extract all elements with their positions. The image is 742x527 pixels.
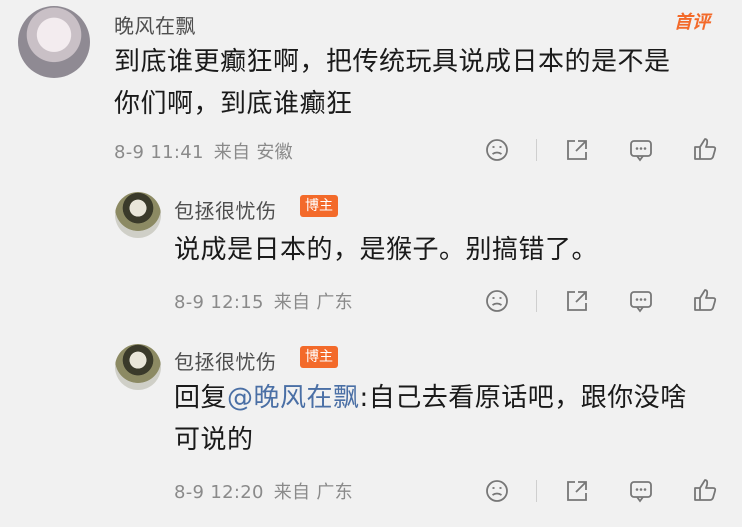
comment-icon[interactable] [628,478,654,504]
username[interactable]: 包拯很忧伤 [174,195,277,224]
avatar[interactable] [18,6,90,78]
avatar[interactable] [115,344,161,390]
like-icon[interactable] [692,136,718,162]
timestamp: 8-9 12:20 [174,482,264,503]
author-badge: 博主 [300,195,338,217]
like-icon[interactable] [692,477,718,503]
username[interactable]: 包拯很忧伤 [174,346,277,375]
reply-prefix: 回复 [174,383,228,413]
share-icon[interactable] [564,288,590,314]
dislike-icon[interactable] [484,288,510,314]
comment-text-line-2: 你们啊，到底谁癫狂 [114,89,353,119]
share-icon[interactable] [564,478,590,504]
location: 来自 广东 [273,482,353,503]
comment-text-line-2: 可说的 [174,425,254,455]
comment-meta: 8-9 12:15 来自 广东 [174,288,357,314]
comment-text: 说成是日本的，是猴子。别搞错了。 [174,235,599,265]
comment-text-line-1: 回复@晚风在飘:自己去看原话吧，跟你没啥 [174,376,687,420]
divider [536,480,537,502]
username[interactable]: 晚风在飘 [114,10,196,39]
divider [536,139,537,161]
comment-icon[interactable] [628,137,654,163]
comment-meta: 8-9 11:41 来自 安徽 [114,138,297,164]
comment-text-line-1: 到底谁更癫狂啊，把传统玩具说成日本的是不是 [114,47,671,77]
comment-icon[interactable] [628,288,654,314]
like-icon[interactable] [692,287,718,313]
divider [536,290,537,312]
dislike-icon[interactable] [484,137,510,163]
reply-text: :自己去看原话吧，跟你没啥 [359,383,687,413]
avatar[interactable] [115,192,161,238]
location: 来自 广东 [273,292,353,313]
timestamp: 8-9 11:41 [114,142,204,163]
first-comment-tag: 首评 [674,12,710,33]
mention-link[interactable]: @晚风在飘 [227,383,360,413]
share-icon[interactable] [564,137,590,163]
location: 来自 安徽 [213,142,293,163]
comment-meta: 8-9 12:20 来自 广东 [174,478,357,504]
author-badge: 博主 [300,346,338,368]
timestamp: 8-9 12:15 [174,292,264,313]
dislike-icon[interactable] [484,478,510,504]
